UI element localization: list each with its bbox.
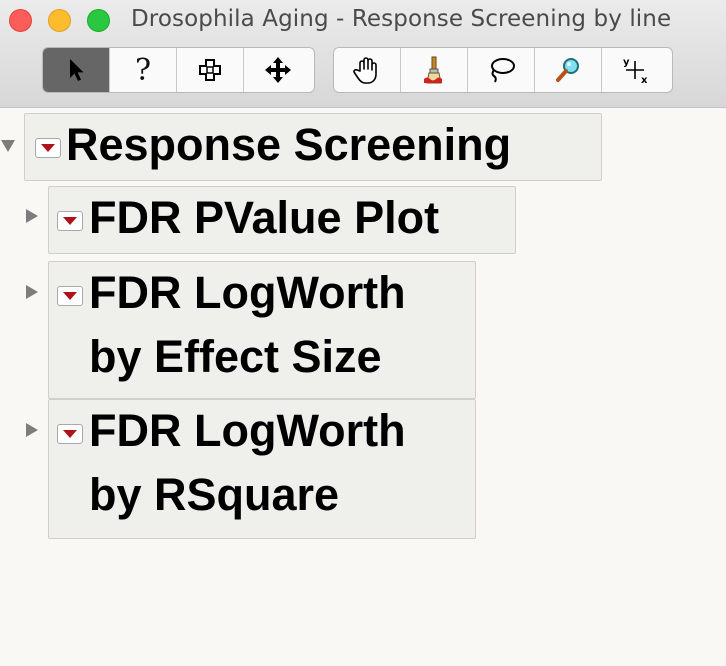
red-triangle-menu-icon[interactable]: [57, 211, 83, 231]
outline-title-line2: by Effect Size: [89, 331, 382, 382]
crosshair-select-icon: [199, 59, 221, 81]
outline-box-fdr-pvalue-plot: FDR PValue Plot: [48, 186, 516, 254]
move-arrows-icon: [264, 57, 291, 83]
report-window-content: Response Screening FDR PValue Plot FDR L…: [0, 108, 726, 666]
window-title: Drosophila Aging - Response Screening by…: [131, 6, 672, 32]
outline-box-fdr-logworth-effect-size: FDR LogWorth by Effect Size: [48, 261, 476, 399]
minimize-window-button[interactable]: [48, 9, 71, 32]
red-triangle-menu-icon[interactable]: [35, 138, 61, 158]
tool-group-graph: y x: [333, 47, 673, 93]
child3-disclosure-icon[interactable]: [26, 423, 38, 437]
selection-tool-button[interactable]: [177, 48, 244, 92]
child1-disclosure-icon[interactable]: [26, 209, 38, 223]
red-triangle-menu-icon[interactable]: [57, 286, 83, 306]
lasso-tool-button[interactable]: [468, 48, 535, 92]
scroller-tool-button[interactable]: [244, 48, 311, 92]
svg-text:x: x: [641, 75, 648, 85]
magnifier-tool-button[interactable]: [535, 48, 602, 92]
outline-title-line2: by RSquare: [89, 469, 340, 520]
outline-title: FDR LogWorth: [89, 405, 406, 456]
arrow-tool-button[interactable]: [43, 48, 110, 92]
brush-icon: [424, 56, 442, 84]
red-triangle-menu-icon[interactable]: [57, 424, 83, 444]
lasso-icon: [491, 58, 515, 83]
outline-title: FDR LogWorth: [89, 267, 406, 318]
grabber-tool-button[interactable]: [334, 48, 401, 92]
hand-grabber-icon: [353, 57, 377, 84]
outline-box-response-screening: Response Screening: [24, 113, 602, 181]
zoom-window-button[interactable]: [87, 9, 110, 32]
brush-tool-button[interactable]: [401, 48, 468, 92]
crosshair-xy-icon: y x: [623, 57, 648, 85]
arrow-pointer-icon: [70, 59, 84, 81]
child2-disclosure-icon[interactable]: [26, 285, 38, 299]
crosshair-tool-button[interactable]: y x: [602, 48, 669, 92]
svg-text:y: y: [623, 57, 630, 68]
help-question-icon: ?: [134, 52, 152, 88]
tool-group-selection: ?: [42, 47, 315, 93]
outline-box-fdr-logworth-rsquare: FDR LogWorth by RSquare: [48, 399, 476, 539]
close-window-button[interactable]: [9, 9, 32, 32]
root-disclosure-icon[interactable]: [1, 140, 15, 152]
outline-title: Response Screening: [66, 119, 512, 170]
outline-title: FDR PValue Plot: [89, 192, 440, 243]
magnifier-icon: [556, 58, 579, 82]
help-tool-button[interactable]: ?: [110, 48, 177, 92]
window-titlebar: Drosophila Aging - Response Screening by…: [0, 0, 726, 108]
